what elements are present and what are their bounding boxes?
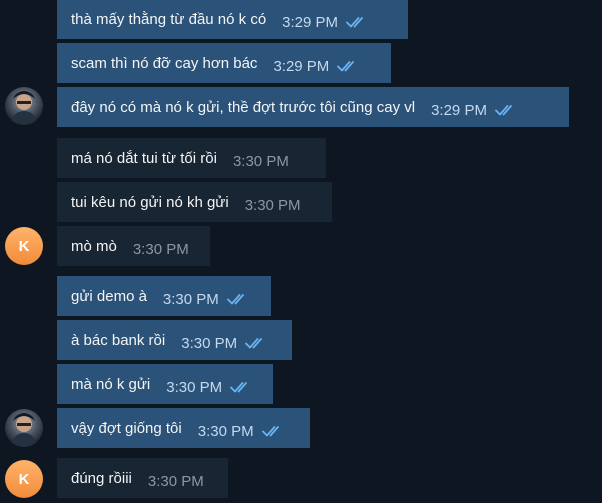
avatar-letter[interactable]: K <box>5 227 43 265</box>
message-time: 3:30 PM <box>244 196 301 214</box>
avatar-initial: K <box>18 237 30 255</box>
message-time: 3:30 PM <box>181 334 238 352</box>
message-bubble-outgoing[interactable]: vậy đợt giống tôi 3:30 PM <box>57 408 310 448</box>
message-text: gửi demo à <box>71 287 147 305</box>
message-bubble-outgoing[interactable]: à bác bank rồi 3:30 PM <box>57 320 292 360</box>
message-text: à bác bank rồi <box>71 331 166 349</box>
message-bubble-incoming[interactable]: đúng rồiii 3:30 PM <box>57 458 228 498</box>
avatar[interactable] <box>5 409 43 447</box>
avatar-letter[interactable]: K <box>5 460 43 498</box>
message-text: mà nó k gửi <box>71 375 151 393</box>
double-check-icon <box>245 338 263 349</box>
message-time: 3:30 PM <box>162 290 219 308</box>
message-text: má nó dắt tui từ tối rồi <box>71 149 217 167</box>
double-check-icon <box>261 426 279 437</box>
message-bubble-outgoing[interactable]: gửi demo à 3:30 PM <box>57 276 271 316</box>
message-time: 3:29 PM <box>273 57 330 75</box>
message-text: vậy đợt giống tôi <box>71 419 182 437</box>
message-time: 3:29 PM <box>431 101 487 119</box>
message-time: 3:30 PM <box>147 472 204 490</box>
message-bubble-outgoing[interactable]: mà nó k gửi 3:30 PM <box>57 364 273 404</box>
double-check-icon <box>226 294 244 305</box>
avatar-initial: K <box>18 470 30 488</box>
message-bubble-outgoing[interactable]: đây nó có mà nó k gửi, thề đợt trước tôi… <box>57 87 569 127</box>
message-text: đúng rồiii <box>71 469 132 487</box>
avatar[interactable] <box>5 87 43 125</box>
message-time: 3:29 PM <box>282 13 339 31</box>
double-check-icon <box>495 105 512 116</box>
message-time: 3:30 PM <box>232 152 289 170</box>
message-bubble-outgoing[interactable]: thà mấy thằng từ đầu nó k có 3:29 PM <box>57 0 408 39</box>
double-check-icon <box>230 382 248 393</box>
message-bubble-incoming[interactable]: mò mò 3:30 PM <box>57 226 210 266</box>
message-text: đây nó có mà nó k gửi, thề đợt trước tôi… <box>71 98 416 116</box>
message-text: thà mấy thằng từ đầu nó k có <box>71 10 267 28</box>
message-text: scam thì nó đỡ cay hơn bác <box>71 54 258 72</box>
message-time: 3:30 PM <box>197 422 254 440</box>
double-check-icon <box>346 17 363 28</box>
message-text: tui kêu nó gửi nó kh gửi <box>71 193 229 211</box>
chat-history[interactable]: thà mấy thằng từ đầu nó k có 3:29 PM sca… <box>0 0 602 503</box>
profile-photo-icon <box>11 91 37 125</box>
profile-photo-icon <box>11 413 37 447</box>
message-time: 3:30 PM <box>132 240 189 258</box>
message-bubble-incoming[interactable]: má nó dắt tui từ tối rồi 3:30 PM <box>57 138 326 178</box>
double-check-icon <box>337 61 355 72</box>
message-bubble-outgoing[interactable]: scam thì nó đỡ cay hơn bác 3:29 PM <box>57 43 391 83</box>
message-time: 3:30 PM <box>166 378 223 396</box>
message-text: mò mò <box>71 237 117 255</box>
message-bubble-incoming[interactable]: tui kêu nó gửi nó kh gửi 3:30 PM <box>57 182 332 222</box>
